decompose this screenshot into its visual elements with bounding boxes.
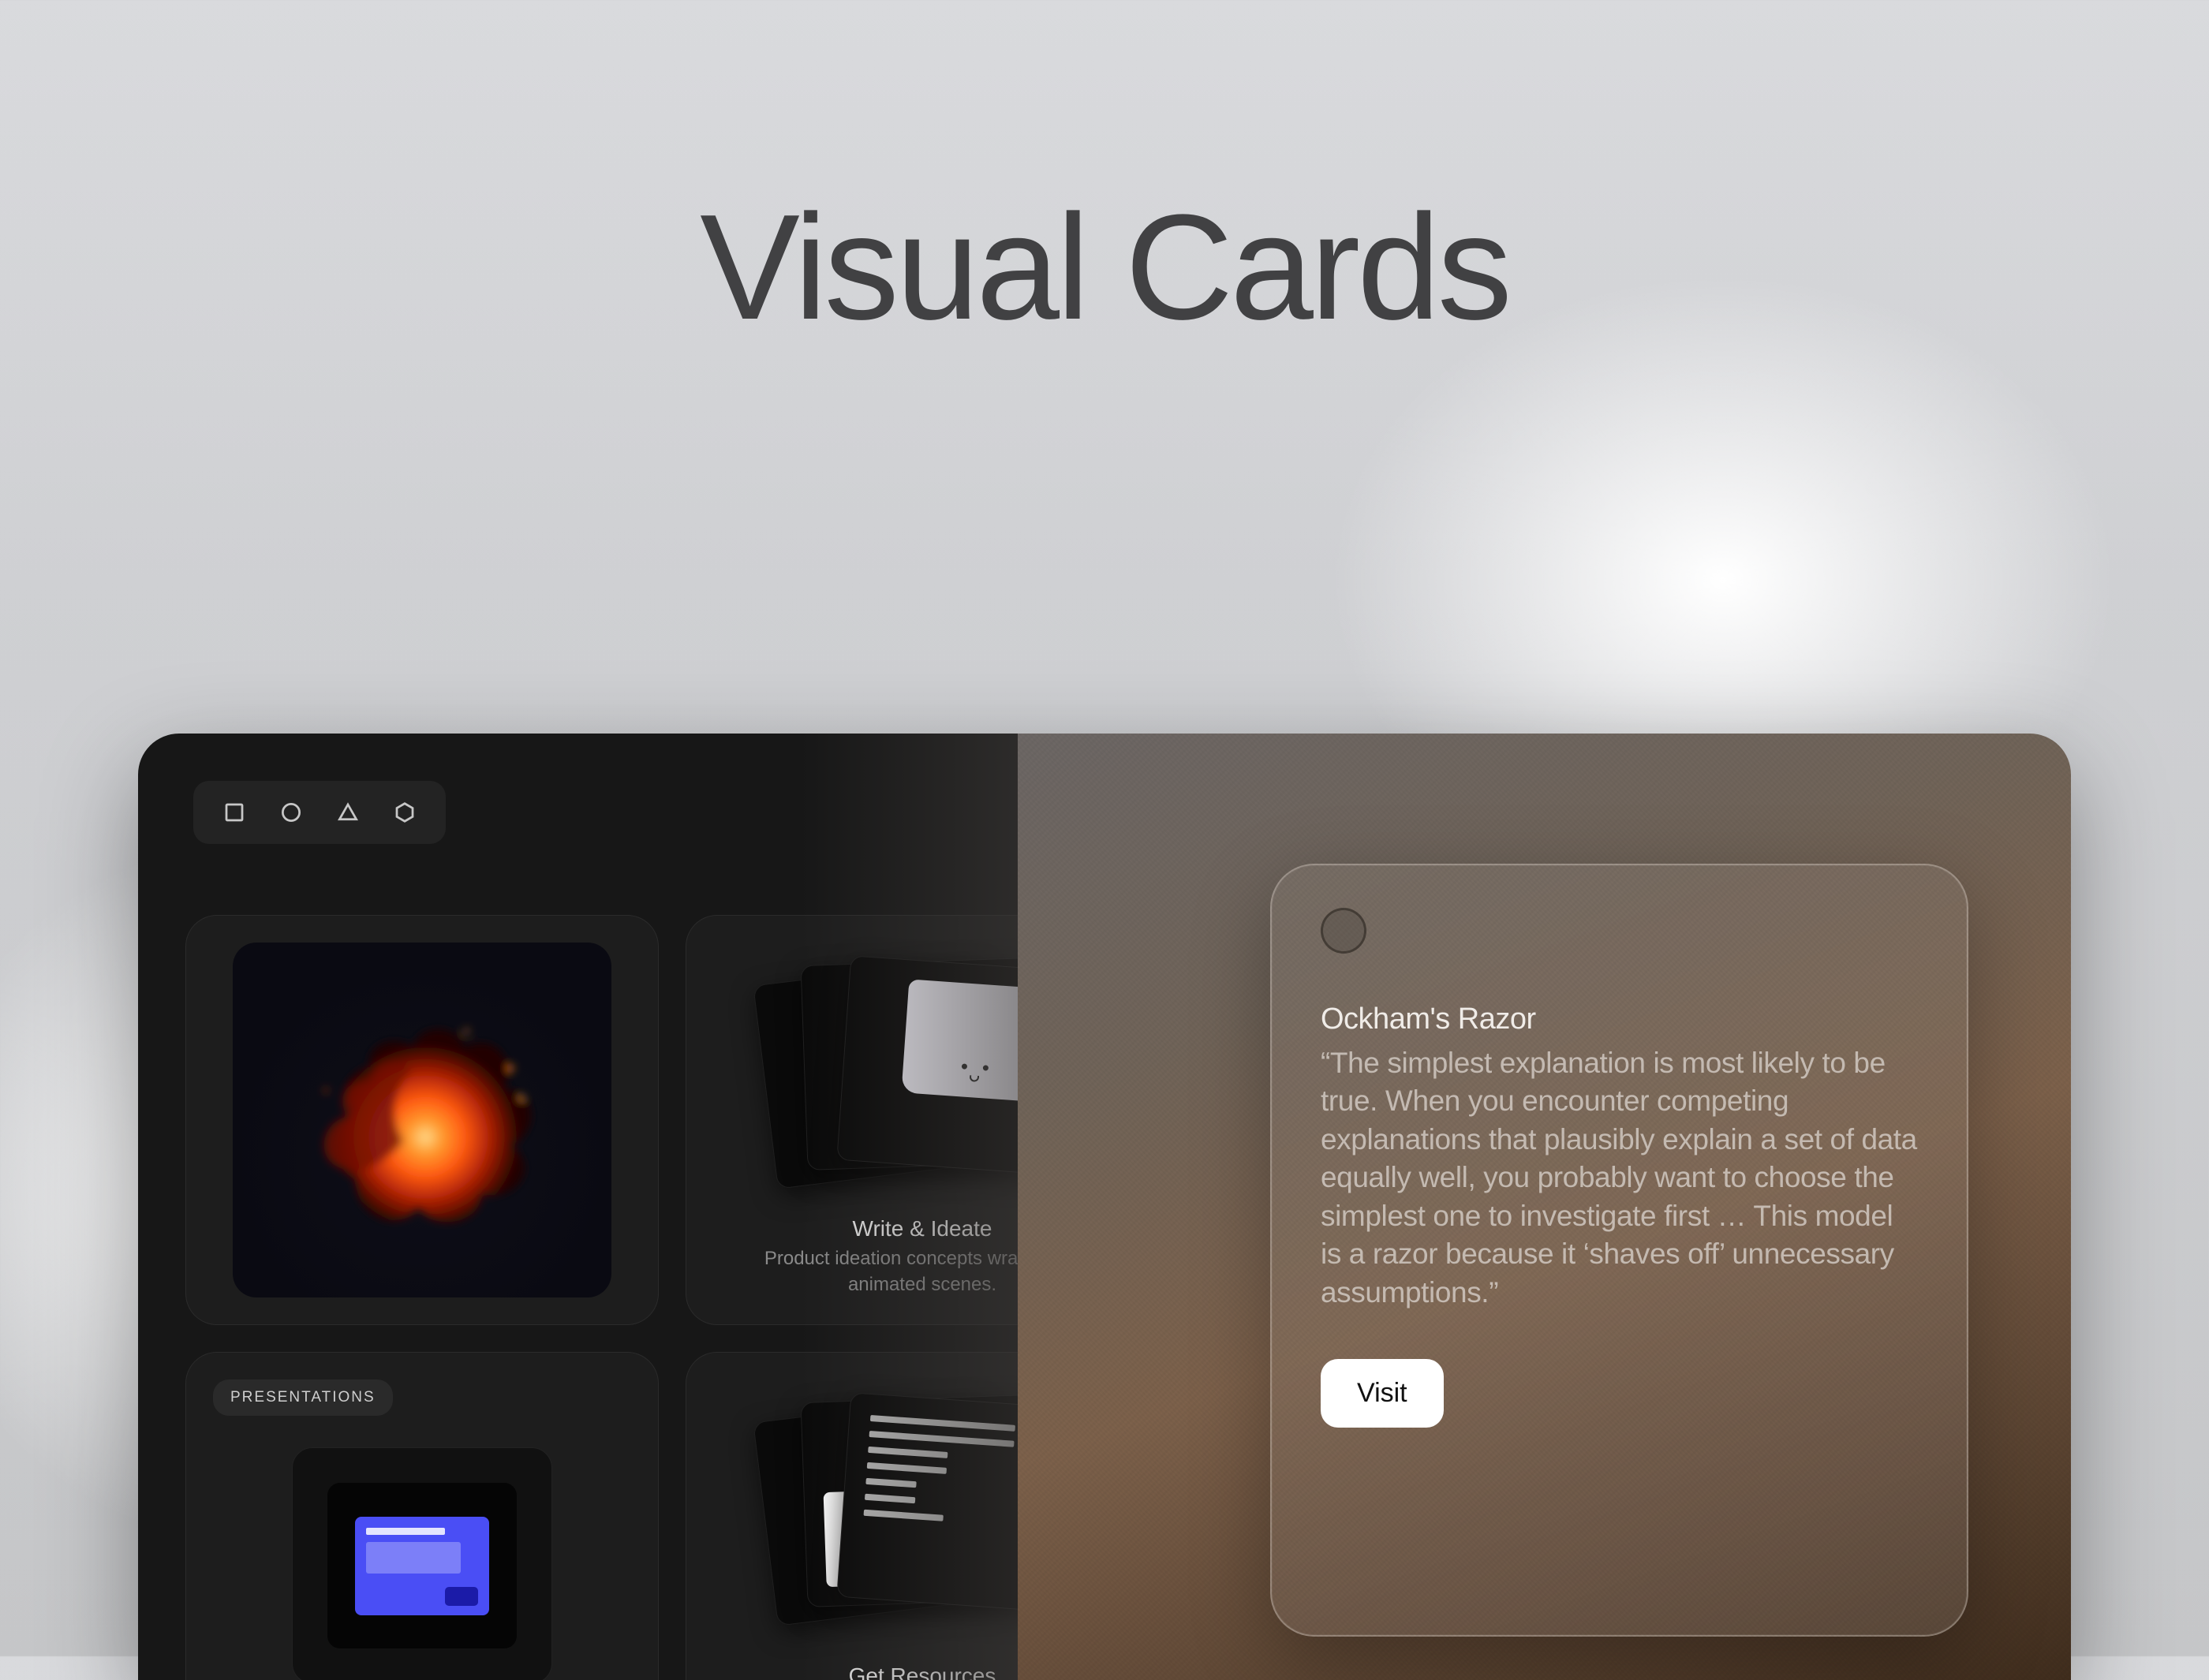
presentation-thumbnail <box>292 1447 552 1680</box>
card-presentations[interactable]: PRESENTATIONS <box>185 1352 659 1680</box>
shape-square-button[interactable] <box>206 792 263 833</box>
card-title: Get Resources <box>849 1663 996 1680</box>
glass-card[interactable]: Ockham's Razor “The simplest explanation… <box>1270 864 1968 1637</box>
page-title: Visual Cards <box>700 181 1509 353</box>
glass-title: Ockham's Razor <box>1321 1002 1918 1036</box>
presentations-tag: PRESENTATIONS <box>213 1379 393 1416</box>
cards-grid: Write & Ideate Product ideation concepts… <box>185 915 1065 1680</box>
shape-triangle-button[interactable] <box>320 792 376 833</box>
left-pane: Write & Ideate Product ideation concepts… <box>138 734 1018 1680</box>
visit-button[interactable]: Visit <box>1321 1359 1444 1428</box>
shape-toolbar <box>193 781 446 844</box>
shape-hexagon-button[interactable] <box>376 792 433 833</box>
card-title: Write & Ideate <box>853 1216 992 1241</box>
glass-body: “The simplest explanation is most likely… <box>1321 1044 1918 1312</box>
app-window: Write & Ideate Product ideation concepts… <box>138 734 2071 1680</box>
right-pane: Ockham's Razor “The simplest explanation… <box>1018 734 2071 1680</box>
card-fire[interactable] <box>185 915 659 1325</box>
fire-thumbnail <box>233 943 611 1297</box>
shape-circle-button[interactable] <box>263 792 320 833</box>
circle-icon <box>1321 908 1366 954</box>
